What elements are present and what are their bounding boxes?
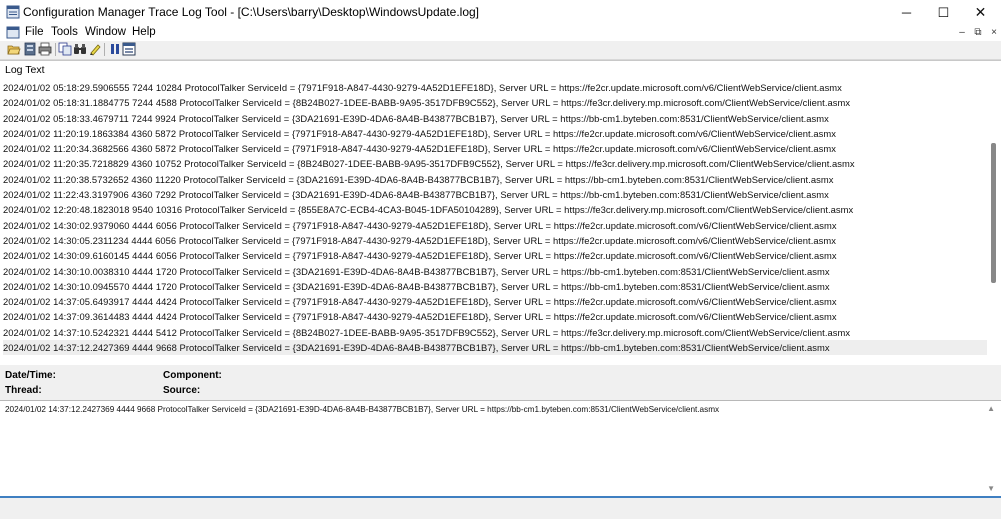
close-button[interactable]: ✕ <box>962 0 999 25</box>
source-label: Source: <box>163 385 201 396</box>
log-row[interactable]: 2024/01/02 05:18:31.1884775 7244 4588 Pr… <box>3 95 987 110</box>
log-row[interactable]: 2024/01/02 11:22:43.3197906 4360 7292 Pr… <box>3 187 987 202</box>
status-bar <box>0 496 1001 519</box>
log-row[interactable]: 2024/01/02 14:30:05.2311234 4444 6056 Pr… <box>3 233 987 248</box>
menu-help[interactable]: Help <box>132 26 156 38</box>
log-row[interactable]: 2024/01/02 14:37:09.3614483 4444 4424 Pr… <box>3 309 987 324</box>
component-label: Component: <box>163 370 222 381</box>
detail-panel: Date/Time: Component: Thread: Source: <box>0 365 1001 401</box>
toolbar-separator <box>104 43 105 56</box>
window-title: Configuration Manager Trace Log Tool - [… <box>23 5 479 19</box>
thread-label: Thread: <box>5 385 42 396</box>
scroll-down-icon[interactable]: ▼ <box>987 484 995 493</box>
mdi-restore-button[interactable]: ⧉ <box>971 27 985 39</box>
log-row[interactable]: 2024/01/02 14:30:10.0038310 4444 1720 Pr… <box>3 264 987 279</box>
log-list-scrollbar[interactable] <box>990 61 997 365</box>
log-row[interactable]: 2024/01/02 14:37:12.2427369 4444 9668 Pr… <box>3 340 987 356</box>
close-icon: ✕ <box>974 4 987 20</box>
log-row[interactable]: 2024/01/02 11:20:35.7218829 4360 10752 P… <box>3 156 987 171</box>
log-list[interactable]: Log Text 2024/01/02 05:18:29.5906555 724… <box>0 60 1001 365</box>
document-icon[interactable] <box>6 26 20 39</box>
log-row[interactable]: 2024/01/02 14:30:09.6160145 4444 6056 Pr… <box>3 248 987 263</box>
copy-icon[interactable] <box>58 42 72 56</box>
find-icon[interactable] <box>73 42 87 56</box>
toolbar <box>0 41 1001 60</box>
mdi-close-button[interactable]: × <box>987 27 1001 39</box>
mdi-minimize-button[interactable]: – <box>955 27 969 39</box>
scroll-up-icon[interactable]: ▲ <box>987 404 995 413</box>
minimize-icon: ─ <box>901 5 912 20</box>
title-bar: Configuration Manager Trace Log Tool - [… <box>0 0 1001 25</box>
menu-file[interactable]: File <box>25 26 44 38</box>
log-row[interactable]: 2024/01/02 11:20:38.5732652 4360 11220 P… <box>3 172 987 187</box>
datetime-label: Date/Time: <box>5 370 56 381</box>
message-text[interactable]: 2024/01/02 14:37:12.2427369 4444 9668 Pr… <box>5 405 719 414</box>
pause-icon[interactable] <box>108 42 122 56</box>
log-row[interactable]: 2024/01/02 05:18:29.5906555 7244 10284 P… <box>3 80 987 95</box>
maximize-icon: ☐ <box>937 4 950 20</box>
log-list-scroll-thumb[interactable] <box>991 143 996 283</box>
menu-tools[interactable]: Tools <box>51 26 78 38</box>
log-row[interactable]: 2024/01/02 14:37:05.6493917 4444 4424 Pr… <box>3 294 987 309</box>
log-row[interactable]: 2024/01/02 11:20:34.3682566 4360 5872 Pr… <box>3 141 987 156</box>
log-rows: 2024/01/02 05:18:29.5906555 7244 10284 P… <box>3 80 987 356</box>
highlight-icon[interactable] <box>88 42 102 56</box>
log-row[interactable]: 2024/01/02 12:20:48.1823018 9540 10316 P… <box>3 202 987 217</box>
menu-bar: File Tools Window Help – ⧉ × <box>0 25 1001 41</box>
log-row[interactable]: 2024/01/02 14:37:10.5242321 4444 5412 Pr… <box>3 325 987 340</box>
maximize-button[interactable]: ☐ <box>925 0 962 25</box>
log-text-header[interactable]: Log Text <box>5 64 45 76</box>
log-row[interactable]: 2024/01/02 05:18:33.4679711 7244 9924 Pr… <box>3 111 987 126</box>
open-icon[interactable] <box>7 42 21 56</box>
message-pane[interactable]: 2024/01/02 14:37:12.2427369 4444 9668 Pr… <box>0 400 1001 497</box>
menu-window[interactable]: Window <box>85 26 126 38</box>
print-icon[interactable] <box>38 42 52 56</box>
log-row[interactable]: 2024/01/02 14:30:10.0945570 4444 1720 Pr… <box>3 279 987 294</box>
log-row[interactable]: 2024/01/02 11:20:19.1863384 4360 5872 Pr… <box>3 126 987 141</box>
minimize-button[interactable]: ─ <box>888 0 925 25</box>
log-row[interactable]: 2024/01/02 14:30:02.9379060 4444 6056 Pr… <box>3 218 987 233</box>
app-icon <box>6 5 20 19</box>
split-view-icon[interactable] <box>122 42 136 56</box>
open-on-server-icon[interactable] <box>23 42 37 56</box>
toolbar-separator <box>55 43 56 56</box>
